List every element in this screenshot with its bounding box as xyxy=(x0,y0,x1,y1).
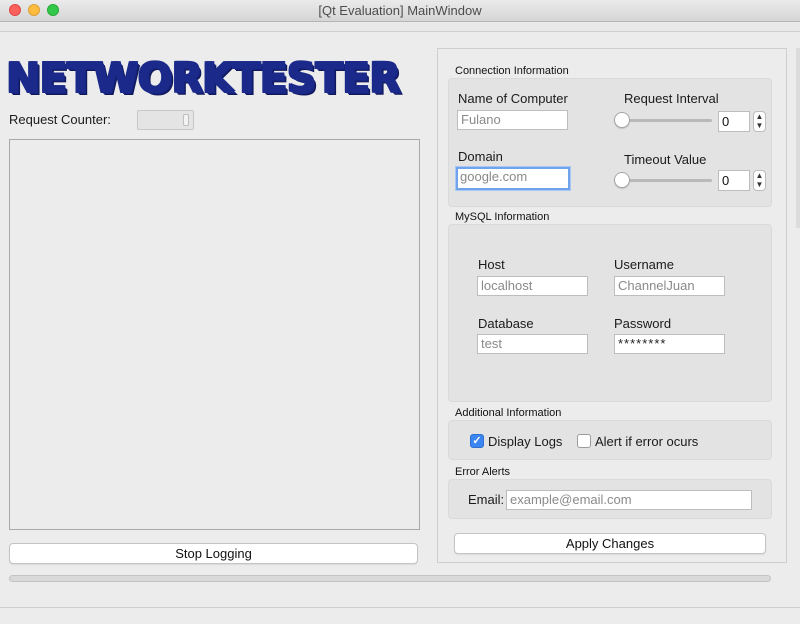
display-logs-checkbox[interactable]: ✓ xyxy=(470,434,484,448)
host-label: Host xyxy=(478,257,505,272)
request-interval-slider[interactable] xyxy=(620,119,712,122)
host-input[interactable]: localhost xyxy=(477,276,588,296)
domain-label: Domain xyxy=(458,149,503,164)
title-bar: [Qt Evaluation] MainWindow xyxy=(0,0,800,22)
computer-name-label: Name of Computer xyxy=(458,91,568,106)
timeout-value-slider-knob[interactable] xyxy=(614,172,630,188)
request-interval-spinbox[interactable]: 0 xyxy=(718,111,750,132)
request-counter-label: Request Counter: xyxy=(9,112,111,127)
password-input[interactable]: ******** xyxy=(614,334,725,354)
timeout-value-label: Timeout Value xyxy=(624,152,707,167)
alert-on-error-label[interactable]: Alert if error ocurs xyxy=(595,434,698,449)
log-output-area[interactable] xyxy=(9,139,420,530)
stop-logging-button[interactable]: Stop Logging xyxy=(9,543,418,564)
database-label: Database xyxy=(478,316,534,331)
error-alerts-group-title: Error Alerts xyxy=(455,466,511,478)
timeout-value-slider[interactable] xyxy=(620,179,712,182)
alert-on-error-checkbox[interactable] xyxy=(577,434,591,448)
app-logo: NETWORKTESTER xyxy=(6,54,401,102)
app-logo-text: NETWORKTESTER xyxy=(6,54,401,102)
display-logs-label[interactable]: Display Logs xyxy=(488,434,562,449)
computer-name-input[interactable]: Fulano xyxy=(457,110,568,130)
username-input[interactable]: ChannelJuan xyxy=(614,276,725,296)
status-bar xyxy=(0,607,800,624)
domain-input[interactable]: google.com xyxy=(456,167,570,190)
request-interval-label: Request Interval xyxy=(624,91,719,106)
mysql-group-title: MySQL Information xyxy=(455,211,550,223)
timeout-value-spinbox[interactable]: 0 xyxy=(718,170,750,191)
request-interval-stepper[interactable]: ▲ ▼ xyxy=(753,111,766,132)
progress-bar xyxy=(9,575,771,582)
timeout-value-stepper[interactable]: ▲ ▼ xyxy=(753,170,766,191)
email-input[interactable]: example@email.com xyxy=(506,490,752,510)
email-label: Email: xyxy=(468,492,505,507)
request-interval-slider-knob[interactable] xyxy=(614,112,630,128)
request-counter-display xyxy=(137,110,194,130)
toolbar xyxy=(0,22,800,32)
counter-stub xyxy=(183,114,189,126)
adjacent-window-edge xyxy=(796,48,800,228)
apply-changes-button[interactable]: Apply Changes xyxy=(454,533,766,554)
database-input[interactable]: test xyxy=(477,334,588,354)
mysql-group xyxy=(448,224,772,402)
password-label: Password xyxy=(614,316,672,331)
username-label: Username xyxy=(614,257,674,272)
connection-group-title: Connection Information xyxy=(455,65,569,77)
additional-group-title: Additional Information xyxy=(455,407,562,419)
window-title: [Qt Evaluation] MainWindow xyxy=(318,3,482,18)
